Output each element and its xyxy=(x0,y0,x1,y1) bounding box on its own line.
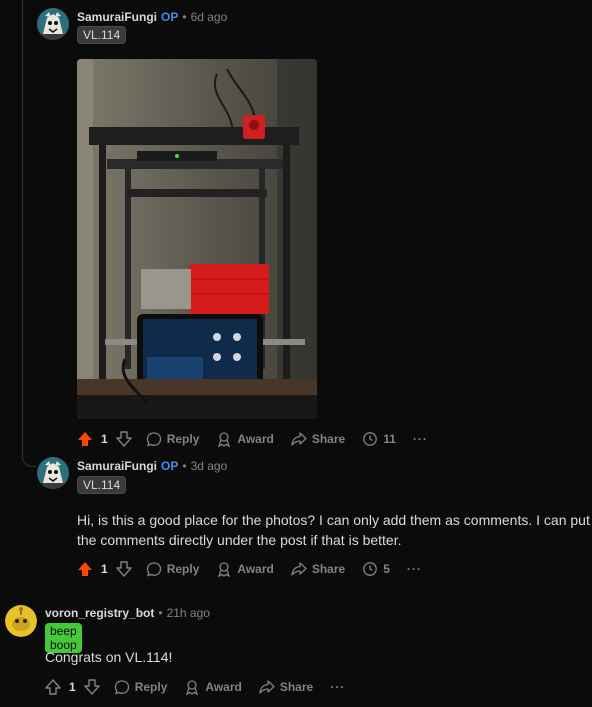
upvote-icon[interactable] xyxy=(77,561,93,577)
more-icon[interactable]: ··· xyxy=(413,432,428,446)
award-icon xyxy=(216,561,232,577)
comment-actions: 1 Reply Award Share 5 ··· xyxy=(77,558,422,580)
comment-body: Hi, is this a good place for the photos?… xyxy=(77,510,592,550)
reply-icon xyxy=(114,679,130,695)
upvote-icon[interactable] xyxy=(45,679,61,695)
reply-icon xyxy=(146,431,162,447)
award-label: Award xyxy=(205,680,242,694)
reply-icon xyxy=(146,561,162,577)
avatar[interactable] xyxy=(5,605,37,637)
award-icon xyxy=(216,431,232,447)
author-name[interactable]: SamuraiFungi xyxy=(77,10,157,24)
award-count[interactable]: 11 xyxy=(362,431,396,447)
comment-text-line: Hi, is this a good place for the photos?… xyxy=(77,512,590,528)
separator: • xyxy=(158,606,163,620)
op-badge: OP xyxy=(161,459,179,473)
award-button[interactable]: Award xyxy=(216,561,274,577)
more-icon[interactable]: ··· xyxy=(330,680,345,694)
reply-label: Reply xyxy=(166,562,200,576)
vote-group: 1 xyxy=(45,679,100,695)
reply-button[interactable]: Reply xyxy=(146,561,200,577)
downvote-icon[interactable] xyxy=(83,679,100,695)
award-icon xyxy=(184,679,200,695)
author-name[interactable]: voron_registry_bot xyxy=(45,606,154,620)
comment-body: Congrats on VL.114! xyxy=(45,649,173,665)
timestamp[interactable]: 3d ago xyxy=(191,459,228,473)
share-icon xyxy=(259,679,275,695)
award-label: Award xyxy=(237,432,274,446)
comment-actions: 1 Reply Award Share 11 ··· xyxy=(77,428,428,450)
timestamp[interactable]: 6d ago xyxy=(191,10,228,24)
timestamp[interactable]: 21h ago xyxy=(167,606,210,620)
separator: • xyxy=(182,10,187,24)
avatar[interactable] xyxy=(37,8,69,40)
award-count-icon xyxy=(362,431,378,447)
op-badge: OP xyxy=(161,10,179,24)
award-label: Award xyxy=(237,562,274,576)
share-icon xyxy=(291,561,307,577)
thread-line[interactable] xyxy=(22,0,23,455)
upvote-icon[interactable] xyxy=(77,431,93,447)
award-button[interactable]: Award xyxy=(216,431,274,447)
author-name[interactable]: SamuraiFungi xyxy=(77,459,157,473)
award-count-value: 11 xyxy=(383,432,396,446)
downvote-icon[interactable] xyxy=(115,431,132,447)
thread-elbow xyxy=(22,455,36,467)
award-count-value: 5 xyxy=(383,562,390,576)
share-button[interactable]: Share xyxy=(291,561,345,577)
share-label: Share xyxy=(311,562,346,576)
vote-group: 1 xyxy=(77,431,132,447)
reply-label: Reply xyxy=(166,432,200,446)
share-label: Share xyxy=(279,680,314,694)
reply-label: Reply xyxy=(134,680,168,694)
user-flair: VL.114 xyxy=(77,476,127,494)
more-icon[interactable]: ··· xyxy=(407,562,422,576)
reply-button[interactable]: Reply xyxy=(114,679,168,695)
avatar[interactable] xyxy=(37,457,69,489)
comment-text-line: the comments directly under the post if … xyxy=(77,532,402,548)
award-count[interactable]: 5 xyxy=(362,561,390,577)
separator: • xyxy=(182,459,187,473)
vote-count: 1 xyxy=(69,680,76,694)
award-count-icon xyxy=(362,561,378,577)
share-button[interactable]: Share xyxy=(291,431,345,447)
comment-actions: 1 Reply Award Share ··· xyxy=(45,676,345,698)
vote-count: 1 xyxy=(101,432,108,446)
vote-group: 1 xyxy=(77,561,132,577)
reply-button[interactable]: Reply xyxy=(146,431,200,447)
share-button[interactable]: Share xyxy=(259,679,313,695)
award-button[interactable]: Award xyxy=(184,679,242,695)
user-flair: VL.114 xyxy=(77,26,127,44)
comment-photo[interactable] xyxy=(77,59,317,419)
share-label: Share xyxy=(311,432,346,446)
vote-count: 1 xyxy=(101,562,108,576)
share-icon xyxy=(291,431,307,447)
downvote-icon[interactable] xyxy=(115,561,132,577)
